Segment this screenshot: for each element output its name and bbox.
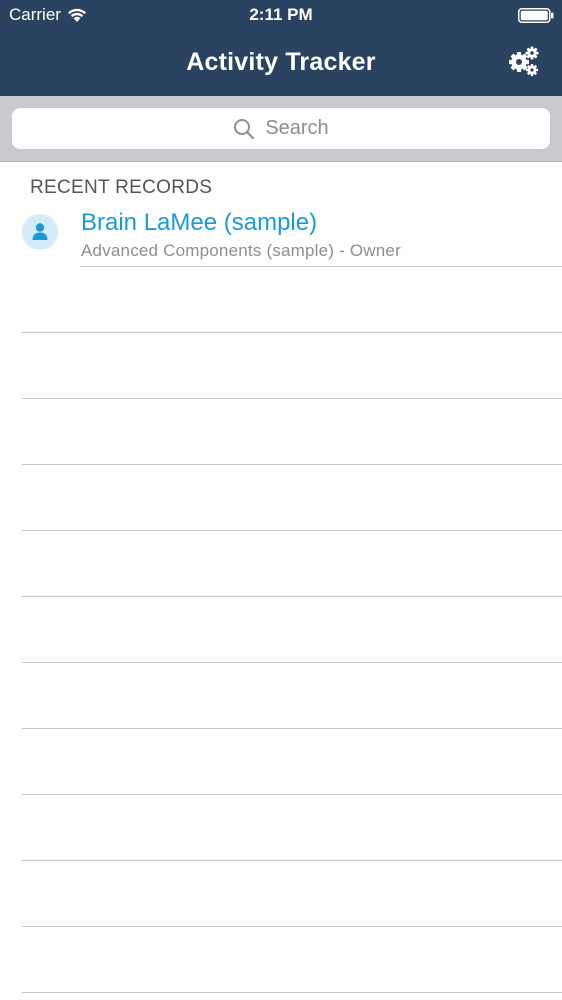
status-time: 2:11 PM [249,5,313,24]
empty-row-divider [22,926,562,927]
avatar [22,214,58,250]
list-item-record[interactable]: Brain LaMee (sample) Advanced Components… [0,200,562,266]
empty-row-divider [22,332,562,333]
empty-row-divider [22,464,562,465]
divider [80,266,562,267]
empty-row-divider [22,992,562,993]
empty-row-divider [22,398,562,399]
search-placeholder: Search [265,117,329,139]
empty-row-divider [22,662,562,663]
search-icon [234,118,255,139]
empty-row-divider [22,728,562,729]
status-bar: Carrier 2:11 PM [0,0,562,32]
empty-row-divider [22,596,562,597]
page-title: Activity Tracker [186,48,376,76]
record-subtitle: Advanced Components (sample) - Owner [81,241,401,260]
search-bar-container: Search [0,96,562,162]
section-header-recent-records: RECENT RECORDS [30,177,213,198]
empty-row-divider [22,860,562,861]
gears-icon[interactable] [508,45,540,77]
navigation-header: Carrier 2:11 PM Activity Tracker [0,0,562,96]
battery-icon [518,8,554,23]
person-icon [32,223,48,240]
record-title: Brain LaMee (sample) [81,209,318,236]
empty-row-divider [22,530,562,531]
search-input[interactable]: Search [12,108,550,149]
empty-row-divider [22,794,562,795]
